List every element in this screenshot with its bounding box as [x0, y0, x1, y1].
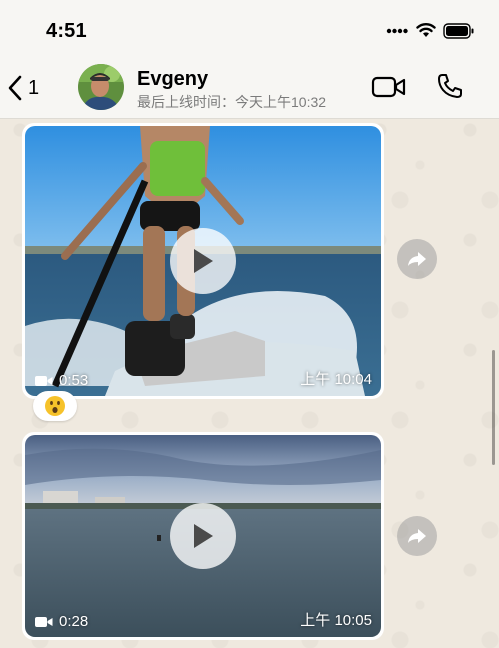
play-button[interactable] [170, 228, 236, 294]
phone-icon[interactable] [436, 72, 464, 100]
status-time: 4:51 [46, 20, 87, 42]
cellular-signal-icon [386, 28, 408, 34]
video-camera-icon[interactable] [371, 75, 407, 99]
duration-text: 0:28 [59, 613, 89, 630]
forward-arrow-icon [408, 529, 426, 543]
unread-count: 1 [28, 76, 40, 99]
contact-name[interactable]: Evgeny [137, 68, 208, 91]
wifi-icon [416, 23, 436, 37]
status-bar: 4:51 [0, 0, 499, 56]
chevron-left-icon [8, 75, 22, 101]
surprised-face-emoji [45, 396, 65, 416]
video-message[interactable]: 0:53 上午 10:04 [22, 123, 384, 399]
video-camera-icon [35, 375, 53, 386]
video-message[interactable]: 0:28 上午 10:05 [22, 432, 384, 640]
message-timestamp: 上午 10:04 [300, 371, 372, 388]
forward-arrow-icon [408, 252, 426, 266]
video-duration: 0:53 [35, 372, 88, 389]
play-icon [194, 524, 213, 548]
video-camera-icon [35, 616, 53, 627]
play-icon [194, 249, 213, 273]
video-thumbnail[interactable]: 0:53 上午 10:04 [25, 126, 381, 396]
battery-icon [443, 23, 474, 39]
video-thumbnail[interactable]: 0:28 上午 10:05 [25, 435, 381, 637]
message-timestamp: 上午 10:05 [300, 612, 372, 629]
avatar[interactable] [78, 64, 124, 110]
forward-button[interactable] [397, 516, 437, 556]
reaction-badge[interactable] [33, 391, 77, 421]
chat-header: 1 Evgeny 最后上线时间：今天上午10:32 [0, 56, 499, 119]
video-duration: 0:28 [35, 613, 88, 630]
forward-button[interactable] [397, 239, 437, 279]
play-button[interactable] [170, 503, 236, 569]
duration-text: 0:53 [59, 372, 89, 389]
scrollbar[interactable] [492, 350, 495, 465]
back-button[interactable]: 1 [8, 72, 54, 104]
last-seen-status: 最后上线时间：今天上午10:32 [137, 94, 327, 110]
